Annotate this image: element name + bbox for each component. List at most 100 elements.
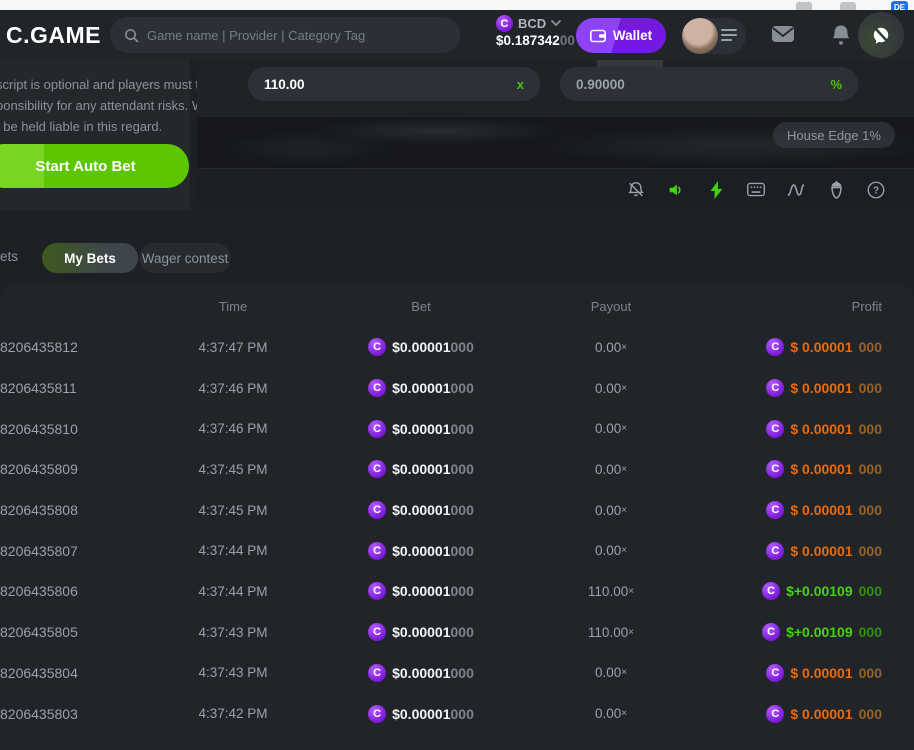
multiplier-sign: × — [621, 505, 627, 516]
wallet-button[interactable]: Wallet — [576, 18, 666, 53]
table-row[interactable]: 8206435804 4:37:43 PM C $0.00001000 0.00… — [0, 653, 914, 694]
bet-id: 8206435811 — [0, 380, 170, 396]
my-bets-table: Time Bet Payout Profit 8206435812 4:37:4… — [0, 285, 914, 750]
table-body: 8206435812 4:37:47 PM C $0.00001000 0.00… — [0, 327, 914, 734]
help-icon[interactable]: ? — [867, 181, 885, 199]
profit-cell: C $+0.00109000 — [676, 582, 914, 600]
tab-all-bets[interactable]: ets — [0, 249, 18, 264]
profit-amount: $ 0.00001 — [790, 665, 852, 681]
table-row[interactable]: 8206435811 4:37:46 PM C $0.00001000 0.00… — [0, 368, 914, 409]
bcd-coin-icon: C — [496, 15, 513, 32]
table-row[interactable]: 8206435805 4:37:43 PM C $0.00001000 110.… — [0, 612, 914, 653]
coin-icon: C — [766, 338, 784, 356]
bet-id: 8206435809 — [0, 461, 170, 477]
bet-amount: $0.00001 — [392, 624, 450, 640]
bet-amount-dim: 000 — [451, 624, 474, 640]
payout-cell: 0.00× — [546, 462, 676, 477]
payout-cell: 0.00× — [546, 421, 676, 436]
profit-cell: C $ 0.00001 000 — [676, 664, 914, 682]
profit-amount-dim: 000 — [859, 543, 882, 559]
bell-slash-icon[interactable] — [627, 181, 645, 199]
payout-value: 110.00 — [588, 584, 628, 599]
coin-icon: C — [368, 420, 386, 438]
bet-cell: C $0.00001000 — [296, 542, 546, 560]
table-row[interactable]: 8206435808 4:37:45 PM C $0.00001000 0.00… — [0, 490, 914, 531]
sound-icon[interactable] — [667, 181, 685, 199]
bet-cell: C $0.00001000 — [296, 582, 546, 600]
turbo-icon[interactable] — [707, 181, 725, 199]
profit-cell: C $ 0.00001000 — [676, 460, 914, 478]
avatar[interactable] — [682, 18, 718, 54]
start-auto-bet-button[interactable]: Start Auto Bet — [0, 144, 189, 188]
bet-id: 8206435806 — [0, 583, 170, 599]
hotkeys-icon[interactable] — [747, 181, 765, 199]
payout-multiplier-input[interactable]: 110.00 x — [248, 67, 540, 101]
bet-cell: C $0.00001000 — [296, 379, 546, 397]
coin-icon: C — [762, 582, 780, 600]
bet-id: 8206435808 — [0, 502, 170, 518]
coin-icon: C — [766, 460, 784, 478]
header-profit: Profit — [676, 299, 914, 314]
profit-amount-dim: 000 — [859, 665, 882, 681]
bell-icon[interactable] — [831, 24, 851, 46]
coin-icon: C — [368, 705, 386, 723]
payout-cell: 0.00× — [546, 706, 676, 721]
tab-my-bets[interactable]: My Bets — [42, 243, 138, 273]
svg-text:?: ? — [873, 185, 879, 196]
multiplier-sign: × — [621, 423, 627, 434]
profit-amount: $+0.00109 — [786, 624, 853, 640]
table-row[interactable]: 8206435807 4:37:44 PM C $0.00001000 0.00… — [0, 530, 914, 571]
tab-wager-contest[interactable]: Wager contest — [139, 243, 231, 273]
bet-amount: $0.00001 — [392, 380, 450, 396]
win-chance-input[interactable]: 0.90000 % — [560, 67, 858, 101]
search-input[interactable]: Game name | Provider | Category Tag — [110, 17, 460, 53]
header-time: Time — [170, 299, 296, 314]
multiplier-sign: × — [621, 464, 627, 475]
multiplier-sign: × — [621, 342, 627, 353]
currency-selector[interactable]: C BCD $0.18734200 — [496, 15, 575, 48]
bet-amount: $0.00001 — [392, 421, 450, 437]
payout-cell: 110.00× — [546, 625, 676, 640]
site-header: C.GAME Game name | Provider | Category T… — [0, 10, 914, 60]
bet-time: 4:37:46 PM — [170, 381, 296, 396]
table-row[interactable]: 8206435803 4:37:42 PM C $0.00001000 0.00… — [0, 693, 914, 734]
bet-cell: C $0.00001000 — [296, 420, 546, 438]
profit-cell: C $ 0.00001000 — [676, 379, 914, 397]
bet-id: 8206435807 — [0, 543, 170, 559]
percent-icon: % — [830, 77, 842, 92]
profit-amount: $ 0.00001 — [790, 421, 852, 437]
profit-amount: $ 0.00001 — [790, 461, 852, 477]
profit-amount: $ 0.00001 — [790, 339, 852, 355]
chat-toggle-icon[interactable] — [858, 12, 904, 58]
coin-icon: C — [766, 420, 784, 438]
header-payout: Payout — [546, 299, 676, 314]
bet-cell: C $0.00001000 — [296, 501, 546, 519]
payout-cell: 0.00× — [546, 543, 676, 558]
coin-icon: C — [766, 542, 784, 560]
table-row[interactable]: 8206435810 4:37:46 PM C $0.00001000 0.00… — [0, 408, 914, 449]
currency-code: BCD — [518, 16, 546, 31]
table-row[interactable]: 8206435809 4:37:45 PM C $0.00001000 0.00… — [0, 449, 914, 490]
bet-time: 4:37:44 PM — [170, 543, 296, 558]
bet-time: 4:37:42 PM — [170, 706, 296, 721]
bet-cell: C $0.00001000 — [296, 705, 546, 723]
bet-amount-dim: 000 — [451, 502, 474, 518]
profit-cell: C $ 0.00001000 — [676, 705, 914, 723]
page: DE C.GAME Game name | Provider | Categor… — [0, 0, 914, 750]
seed-icon[interactable] — [827, 181, 845, 199]
live-stats-icon[interactable] — [787, 181, 805, 199]
multiplier-sign: × — [621, 667, 627, 678]
profit-amount-dim: 000 — [859, 380, 882, 396]
mail-icon[interactable] — [771, 24, 795, 44]
table-row[interactable]: 8206435812 4:37:47 PM C $0.00001000 0.00… — [0, 327, 914, 368]
profit-amount-dim: 000 — [859, 624, 882, 640]
coin-icon: C — [766, 664, 784, 682]
bet-time: 4:37:45 PM — [170, 462, 296, 477]
chevron-down-icon — [551, 20, 561, 27]
profile-menu[interactable] — [682, 18, 746, 54]
payout-cell: 0.00× — [546, 340, 676, 355]
table-row[interactable]: 8206435806 4:37:44 PM C $0.00001000 110.… — [0, 571, 914, 612]
profit-amount: $ 0.00001 — [790, 706, 852, 722]
site-logo[interactable]: C.GAME — [6, 22, 101, 49]
payout-value: 0.00 — [595, 340, 621, 355]
